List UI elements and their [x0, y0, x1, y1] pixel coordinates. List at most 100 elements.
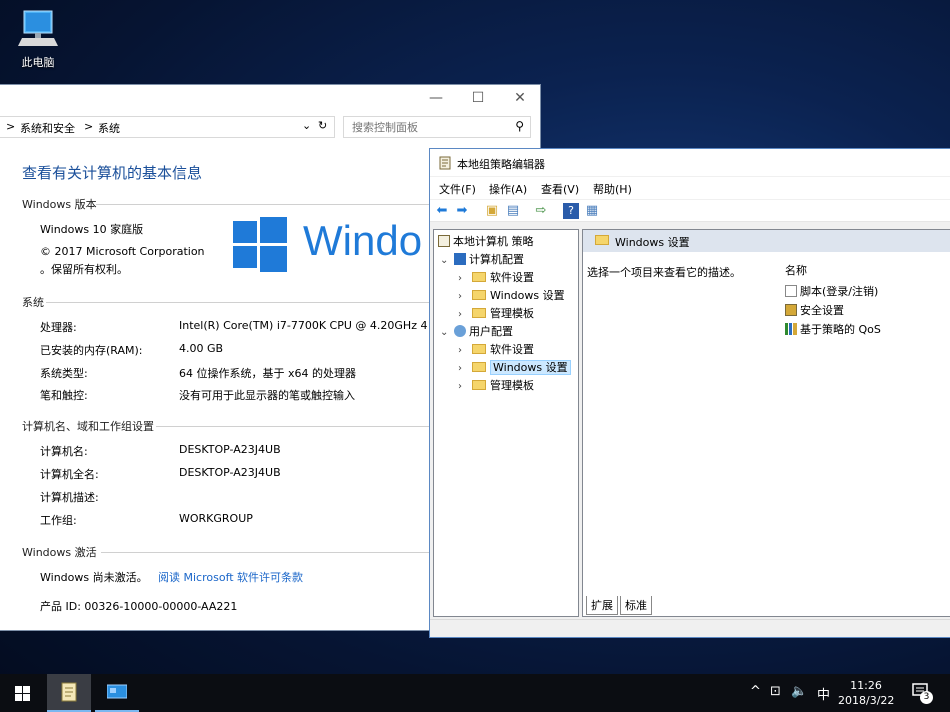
tree-user-software[interactable]: › 软件设置: [458, 341, 534, 359]
system-type-value: 64 位操作系统，基于 x64 的处理器: [179, 367, 356, 380]
policy-editor-icon: [61, 682, 77, 702]
chevron-right-icon[interactable]: ›: [458, 273, 472, 284]
activation-status: Windows 尚未激活。: [40, 571, 148, 584]
toolbar: ⬅ ➡ ▣ ▤ ⇨ ? ▦: [430, 200, 950, 222]
list-item-security[interactable]: 安全设置: [785, 302, 844, 318]
security-settings-icon: [785, 304, 797, 316]
policy-icon: [438, 235, 450, 247]
chevron-right-icon[interactable]: ›: [458, 309, 472, 320]
details-header-title: Windows 设置: [615, 236, 690, 249]
computer-icon: [18, 10, 58, 46]
details-header: Windows 设置: [583, 230, 950, 252]
properties-icon[interactable]: ▦: [584, 203, 600, 219]
refresh-icon[interactable]: ↻: [318, 119, 327, 132]
chevron-right-icon[interactable]: ›: [458, 363, 472, 374]
computer-name-heading: 计算机名、域和工作组设置: [22, 420, 154, 433]
this-pc-label: 此电脑: [21, 56, 55, 69]
breadcrumb-security[interactable]: 系统和安全: [20, 120, 75, 136]
full-computer-name-value: DESKTOP-A23J4UB: [179, 466, 281, 479]
back-arrow-icon[interactable]: ⬅: [434, 203, 450, 219]
folder-icon: [472, 308, 486, 318]
notification-count-badge: 3: [920, 691, 933, 704]
clock-time: 11:26: [850, 679, 882, 692]
computer-name-value: DESKTOP-A23J4UB: [179, 443, 281, 456]
start-windows-icon[interactable]: [15, 686, 30, 701]
chevron-up-icon[interactable]: ^: [750, 684, 761, 699]
tree-user-templates[interactable]: › 管理模板: [458, 377, 534, 395]
tree-computer-config[interactable]: ⌄ 计算机配置: [440, 251, 524, 269]
menu-action[interactable]: 操作(A): [489, 181, 527, 197]
ram-label: 已安装的内存(RAM):: [40, 344, 143, 357]
taskbar-gpedit-app[interactable]: [47, 674, 91, 712]
tree-root[interactable]: 本地计算机 策略: [438, 233, 534, 251]
menu-bar: 文件(F) 操作(A) 查看(V) 帮助(H): [430, 177, 950, 199]
tab-standard[interactable]: 标准: [620, 596, 652, 615]
view-tabs: 扩展 标准: [582, 596, 950, 615]
policy-tree: 本地计算机 策略 ⌄ 计算机配置 › 软件设置 › Windows 设置 › 管理模板 …: [433, 229, 579, 617]
column-header-name[interactable]: 名称: [785, 262, 807, 278]
chevron-right-icon[interactable]: ›: [458, 291, 472, 302]
tree-computer-windows[interactable]: › Windows 设置: [458, 287, 565, 305]
breadcrumb-system[interactable]: 系统: [98, 120, 120, 136]
activation-heading: Windows 激活: [22, 546, 97, 559]
tab-extended[interactable]: 扩展: [586, 596, 618, 615]
list-item-qos[interactable]: 基于策略的 QoS: [785, 321, 881, 337]
menu-help[interactable]: 帮助(H): [593, 181, 632, 197]
minimize-button[interactable]: —: [414, 85, 458, 111]
gpedit-title: 本地组策略编辑器: [457, 158, 545, 171]
this-pc-desktop-icon[interactable]: 此电脑: [10, 8, 66, 72]
export-list-icon[interactable]: ⇨: [533, 203, 549, 219]
chevron-right-icon[interactable]: ›: [458, 345, 472, 356]
breadcrumb-separator: >: [6, 120, 16, 133]
folder-icon: [472, 362, 486, 372]
gpedit-title-bar[interactable]: 本地组策略编辑器: [430, 149, 950, 176]
script-icon: [785, 285, 797, 297]
list-item-scripts[interactable]: 脚本(登录/注销): [785, 283, 878, 299]
license-terms-link[interactable]: 阅读 Microsoft 软件许可条款: [158, 569, 303, 585]
full-computer-name-label: 计算机全名:: [40, 468, 99, 481]
chevron-down-icon[interactable]: ⌄: [440, 255, 454, 266]
system-type-label: 系统类型:: [40, 367, 88, 380]
volume-icon[interactable]: 🔈: [791, 684, 807, 699]
search-input[interactable]: [344, 117, 504, 137]
network-icon[interactable]: ⊡: [770, 684, 781, 699]
taskbar: ^ ⊡ 🔈 中 11:26 2018/3/22 3: [0, 674, 950, 712]
show-hide-tree-icon[interactable]: ▤: [505, 203, 521, 219]
taskbar-system-app[interactable]: [95, 674, 139, 712]
search-box[interactable]: ⚲: [343, 116, 531, 138]
action-center-icon[interactable]: 3: [912, 683, 933, 704]
chevron-down-icon[interactable]: ⌄: [302, 119, 311, 132]
computer-name-label: 计算机名:: [40, 445, 88, 458]
breadcrumb-separator: >: [84, 120, 94, 133]
tree-computer-templates[interactable]: › 管理模板: [458, 305, 534, 323]
tree-computer-software[interactable]: › 软件设置: [458, 269, 534, 287]
chevron-right-icon[interactable]: ›: [458, 381, 472, 392]
rights-text: 。保留所有权利。: [40, 263, 128, 276]
folder-icon: [472, 272, 486, 282]
search-icon[interactable]: ⚲: [515, 119, 524, 133]
product-id: 产品 ID: 00326-10000-00000-AA221: [40, 600, 238, 613]
chevron-down-icon[interactable]: ⌄: [440, 327, 454, 338]
up-folder-icon[interactable]: ▣: [484, 203, 500, 219]
computer-description-label: 计算机描述:: [40, 491, 99, 504]
ime-indicator[interactable]: 中: [817, 684, 830, 703]
tree-user-config[interactable]: ⌄ 用户配置: [440, 323, 513, 341]
processor-label: 处理器:: [40, 321, 77, 334]
clock[interactable]: 11:26 2018/3/22: [838, 678, 894, 708]
menu-view[interactable]: 查看(V): [541, 181, 579, 197]
qos-chart-icon: [785, 323, 797, 335]
page-title: 查看有关计算机的基本信息: [22, 164, 203, 182]
edition-name: Windows 10 家庭版: [40, 223, 144, 236]
policy-editor-icon: [439, 156, 451, 170]
details-description: 选择一个项目来查看它的描述。: [587, 266, 741, 279]
workgroup-label: 工作组:: [40, 514, 77, 527]
address-bar[interactable]: > 系统和安全 > 系统 ⌄ ↻: [0, 116, 335, 138]
tree-user-windows[interactable]: › Windows 设置: [458, 359, 571, 377]
forward-arrow-icon[interactable]: ➡: [454, 203, 470, 219]
close-button[interactable]: ✕: [498, 85, 540, 111]
help-icon[interactable]: ?: [563, 203, 579, 219]
system-icon: [107, 684, 127, 699]
menu-file[interactable]: 文件(F): [439, 181, 476, 197]
maximize-button[interactable]: ☐: [456, 85, 500, 111]
status-bar: [430, 619, 950, 637]
